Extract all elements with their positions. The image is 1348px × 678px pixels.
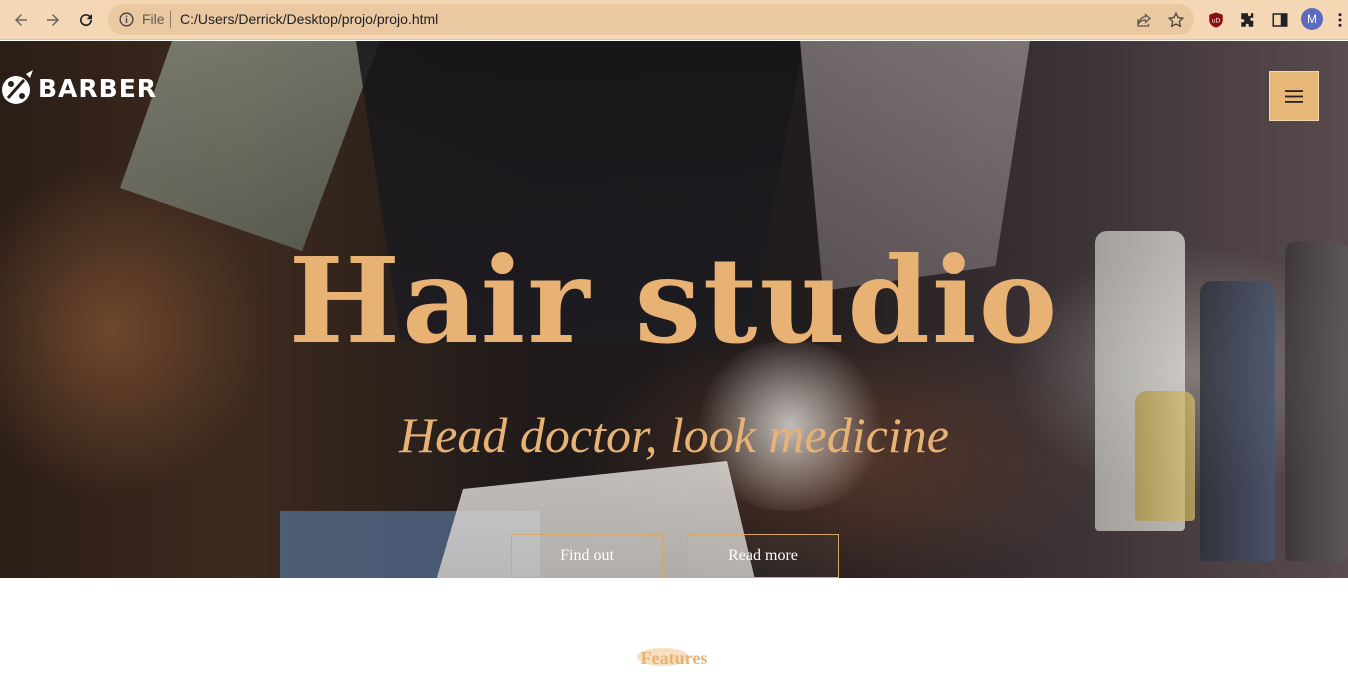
hero-title: Hair studio [288,231,1060,370]
address-separator [170,11,171,28]
back-arrow-icon[interactable] [9,8,33,32]
hero-section: BARBER Hair studio Head doctor, look med… [0,41,1348,578]
find-out-button[interactable]: Find out [511,534,663,578]
site-logo[interactable]: BARBER [0,68,157,108]
kebab-menu-icon[interactable] [1333,9,1347,31]
barber-logo-icon [2,70,33,104]
address-url[interactable]: C:/Users/Derrick/Desktop/projo/projo.htm… [180,11,438,27]
logo-text: BARBER [38,73,158,103]
svg-text:uD: uD [1212,17,1221,24]
hamburger-icon [1285,89,1303,103]
extensions-puzzle-icon[interactable] [1237,9,1259,31]
reload-icon[interactable] [74,8,98,32]
hero-photo-detail [120,41,380,251]
info-icon[interactable] [118,11,135,28]
browser-toolbar: File C:/Users/Derrick/Desktop/projo/proj… [0,0,1348,40]
features-heading: Features [640,648,708,668]
ublock-icon[interactable]: uD [1205,9,1227,31]
hero-subtitle: Head doctor, look medicine [399,407,949,463]
side-panel-icon[interactable] [1269,9,1291,31]
address-scheme: File [142,11,165,27]
profile-avatar[interactable]: M [1301,8,1323,30]
forward-arrow-icon[interactable] [41,8,65,32]
share-icon[interactable] [1135,11,1153,29]
hamburger-menu-button[interactable] [1269,71,1319,121]
star-icon[interactable] [1167,11,1185,29]
read-more-button[interactable]: Read more [687,534,839,578]
address-bar[interactable]: File C:/Users/Derrick/Desktop/projo/proj… [108,4,1194,35]
